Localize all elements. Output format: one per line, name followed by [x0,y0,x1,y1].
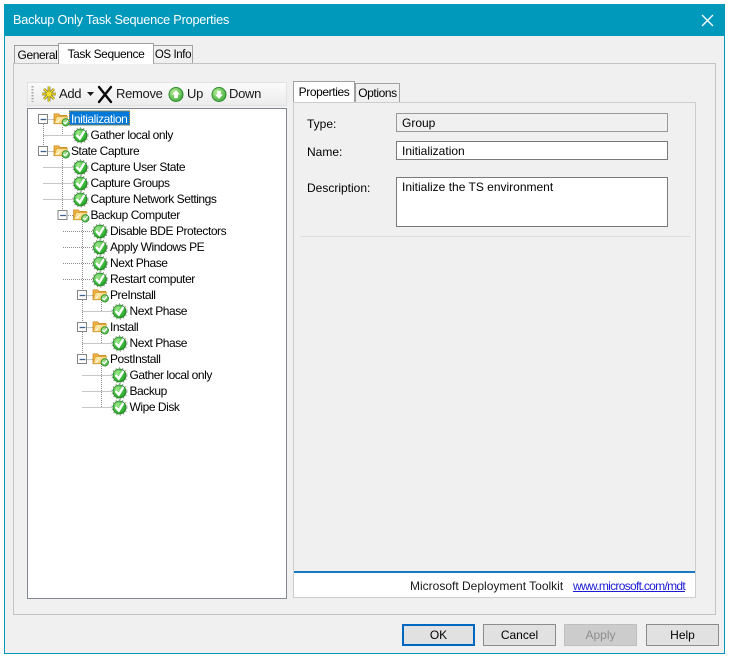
svg-text:Install: Install [110,320,138,334]
svg-text:Restart computer: Restart computer [110,272,195,286]
svg-text:Gather local only: Gather local only [130,368,213,382]
svg-text:Capture Network Settings: Capture Network Settings [91,192,217,206]
svg-text:Wipe Disk: Wipe Disk [130,400,181,414]
svg-text:Capture User State: Capture User State [91,160,186,174]
svg-text:PreInstall: PreInstall [110,288,156,302]
svg-text:Next Phase: Next Phase [130,304,188,318]
svg-text:Next Phase: Next Phase [110,256,168,270]
svg-text:PostInstall: PostInstall [110,352,160,366]
svg-text:Apply Windows PE: Apply Windows PE [110,240,205,254]
svg-text:Next Phase: Next Phase [130,336,188,350]
svg-text:Gather local only: Gather local only [91,128,174,142]
svg-text:Capture Groups: Capture Groups [91,176,171,190]
svg-text:Initialization: Initialization [71,112,127,126]
svg-text:Backup: Backup [130,384,168,398]
svg-text:State Capture: State Capture [71,144,140,158]
svg-text:Backup Computer: Backup Computer [91,208,181,222]
svg-text:Disable BDE Protectors: Disable BDE Protectors [110,224,227,238]
